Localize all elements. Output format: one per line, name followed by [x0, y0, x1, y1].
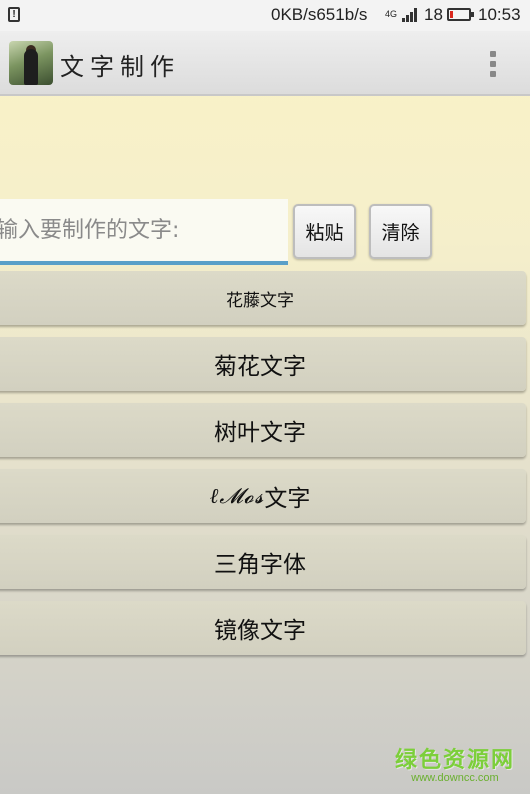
text-input[interactable] — [0, 199, 288, 265]
network-type: 4G — [385, 9, 398, 19]
option-leaf-text-button[interactable]: 树叶文字 — [0, 403, 526, 457]
battery-fill — [450, 11, 453, 18]
watermark-title: 绿色资源网 — [395, 748, 516, 773]
option-triangle-font-button[interactable]: 三角字体 — [0, 535, 526, 589]
app-icon[interactable] — [9, 41, 53, 85]
clear-button[interactable]: 清除 — [369, 204, 432, 259]
option-love-text-button[interactable]: ℓ𝓜𝓸𝓼 文字 — [0, 469, 526, 523]
overflow-menu-icon[interactable] — [484, 49, 502, 79]
option-love-script-prefix: ℓ𝓜𝓸𝓼 — [209, 483, 265, 508]
action-bar: 文字制作 — [0, 31, 530, 96]
app-icon-figure — [24, 49, 38, 85]
signal-icon — [402, 8, 418, 22]
clock: 10:53 — [478, 5, 521, 24]
app-title: 文字制作 — [60, 53, 180, 81]
network-speed: 0KB/s651b/s — [271, 5, 368, 24]
paste-button[interactable]: 粘贴 — [293, 204, 356, 259]
watermark: 绿色资源网 www.downcc.com — [395, 742, 515, 784]
option-mirror-text-button[interactable]: 镜像文字 — [0, 601, 526, 655]
watermark-url: www.downcc.com — [411, 772, 499, 784]
battery-icon — [447, 8, 474, 21]
option-love-label: 文字 — [264, 486, 311, 512]
status-bar: ! 0KB/s651b/s 4G 18 10:53 — [0, 0, 530, 31]
option-chrysanthemum-text-button[interactable]: 菊花文字 — [0, 337, 526, 391]
battery-level: 18 — [424, 5, 443, 24]
warning-icon: ! — [8, 7, 20, 22]
option-vine-text-button[interactable]: 花藤文字 — [0, 271, 526, 325]
